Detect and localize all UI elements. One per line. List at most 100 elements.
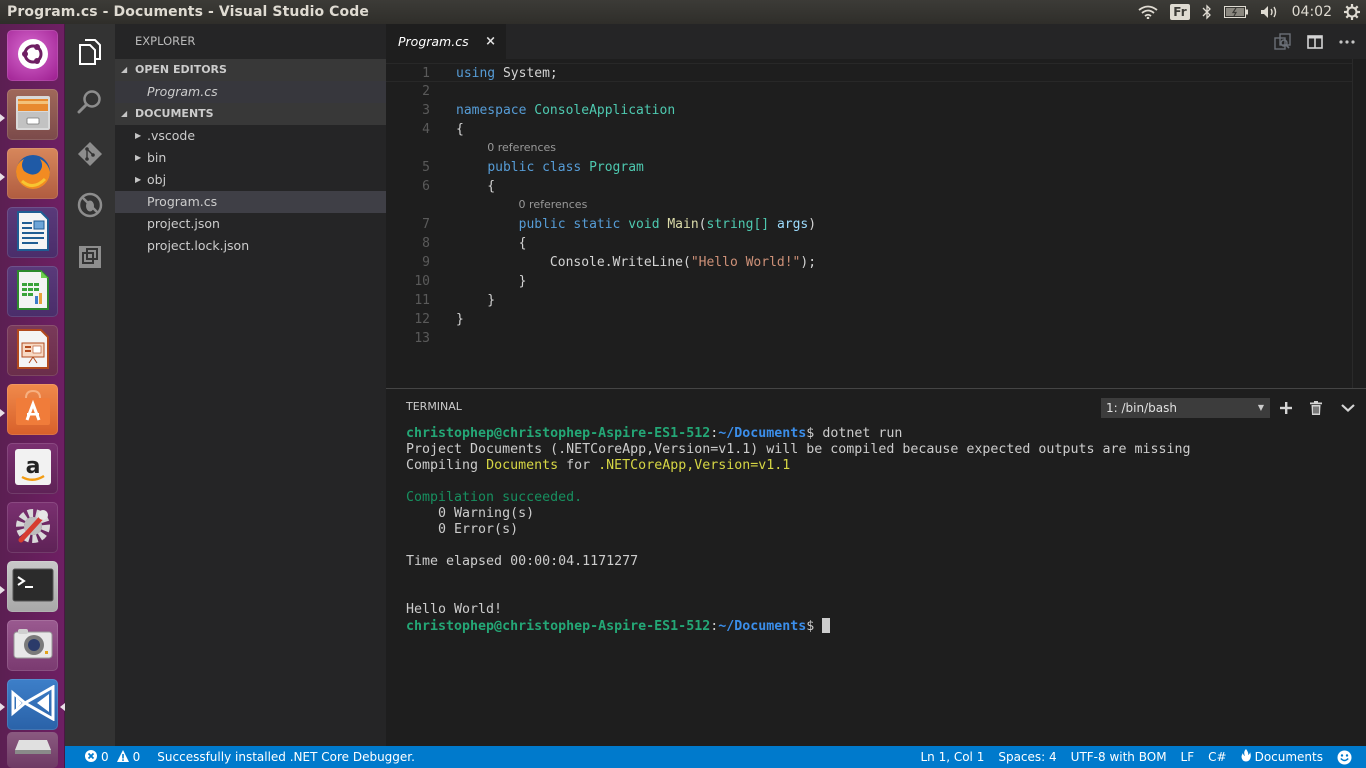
open-changes-icon[interactable] xyxy=(1274,32,1292,51)
code-line[interactable]: 1 using System; xyxy=(386,63,1364,82)
code-line[interactable]: 3 namespace ConsoleApplication xyxy=(386,101,1364,120)
code-line[interactable]: 7 public static void Main(string[] args) xyxy=(386,215,1364,234)
launcher-ubuntu-software[interactable] xyxy=(7,384,58,435)
tree-item-folder[interactable]: ▶ bin xyxy=(115,147,386,169)
prompt-path: ~/Documents xyxy=(718,619,807,634)
tree-item-file[interactable]: project.json xyxy=(115,213,386,235)
line-number: 9 xyxy=(422,255,430,270)
close-icon[interactable]: × xyxy=(485,34,496,49)
expand-chevron-icon: ▶ xyxy=(135,153,142,162)
activity-extensions[interactable] xyxy=(65,234,115,284)
code-token: ( xyxy=(698,217,707,232)
terminal-instance-select[interactable]: 1: /bin/bash ▼ xyxy=(1101,398,1270,418)
open-editor-item[interactable]: Program.cs xyxy=(115,81,386,103)
code-line[interactable]: 2 xyxy=(386,82,1364,101)
launcher-libreoffice-calc[interactable] xyxy=(7,266,58,317)
code-token: ConsoleApplication xyxy=(534,103,676,118)
launcher-libreoffice-impress[interactable] xyxy=(7,325,58,376)
expand-chevron-icon: ▶ xyxy=(135,175,142,184)
code-token: using xyxy=(456,66,496,81)
power-gear-icon[interactable] xyxy=(1344,4,1360,20)
activity-source-control[interactable] xyxy=(65,131,115,181)
launcher-files[interactable] xyxy=(7,89,58,140)
launcher-terminal[interactable] xyxy=(7,561,58,612)
launcher-visual-studio-code[interactable] xyxy=(7,679,58,730)
prompt-user: christophep@christophep-Aspire-ES1-512 xyxy=(406,619,711,634)
launcher-firefox[interactable] xyxy=(7,148,58,199)
running-indicator xyxy=(0,703,5,711)
code-editor[interactable]: 1 using System; 2 3 namespace ConsoleApplica… xyxy=(386,59,1366,388)
flame-icon xyxy=(1241,749,1251,765)
tree-item-folder[interactable]: ▶ .vscode xyxy=(115,125,386,147)
code-line[interactable]: 4{ xyxy=(386,120,1364,139)
window-title: Program.cs - Documents - Visual Studio C… xyxy=(7,4,369,20)
indentation[interactable]: Spaces: 4 xyxy=(998,750,1056,764)
codelens-references[interactable]: 0 references xyxy=(519,197,588,213)
more-actions-icon[interactable] xyxy=(1338,33,1356,51)
add-terminal-icon[interactable] xyxy=(1277,399,1295,417)
codelens-references[interactable]: 0 references xyxy=(487,140,556,156)
activity-explorer[interactable] xyxy=(65,29,115,79)
line-number: 11 xyxy=(414,293,430,308)
tree-item-file[interactable]: project.lock.json xyxy=(115,235,386,257)
language-mode[interactable]: C# xyxy=(1208,750,1226,764)
terminal-output[interactable]: christophep@christophep-Aspire-ES1-512:~… xyxy=(406,426,1191,634)
panel-tab-terminal[interactable]: TERMINAL xyxy=(406,400,462,413)
line-number: 12 xyxy=(414,312,430,327)
tree-item-file[interactable]: Program.cs xyxy=(115,191,386,213)
warning-icon xyxy=(116,749,129,765)
prompt-path: ~/Documents xyxy=(718,426,807,441)
code-token: ); xyxy=(800,255,817,270)
end-of-line[interactable]: LF xyxy=(1181,750,1195,764)
bluetooth-icon[interactable] xyxy=(1202,4,1212,20)
split-editor-icon[interactable] xyxy=(1306,33,1324,51)
activity-search[interactable] xyxy=(65,79,115,129)
code-line[interactable]: 5 public class Program xyxy=(386,158,1364,177)
keyboard-layout-indicator[interactable]: Fr xyxy=(1170,4,1190,20)
wifi-icon[interactable] xyxy=(1138,5,1158,19)
collapse-panel-icon[interactable] xyxy=(1339,399,1357,417)
terminal-line-prompt: christophep@christophep-Aspire-ES1-512:~… xyxy=(406,426,903,441)
editor-actions xyxy=(1274,24,1366,59)
launcher-ubuntu-dash[interactable] xyxy=(7,30,58,81)
launcher-system-settings[interactable] xyxy=(7,502,58,553)
clock[interactable]: 04:02 xyxy=(1292,4,1332,20)
code-token: } xyxy=(456,293,496,308)
feedback-smiley-icon[interactable] xyxy=(1337,750,1352,765)
launcher-shotwell[interactable] xyxy=(7,620,58,671)
code-token: string[] xyxy=(706,217,770,232)
encoding[interactable]: UTF-8 with BOM xyxy=(1071,750,1167,764)
cursor-position[interactable]: Ln 1, Col 1 xyxy=(920,750,984,764)
code-line[interactable]: 10 } xyxy=(386,272,1364,291)
launcher-removable-drive[interactable] xyxy=(7,732,58,768)
folder-header-documents[interactable]: ◢ DOCUMENTS xyxy=(115,103,386,125)
code-line[interactable]: 11 } xyxy=(386,291,1364,310)
activity-debug[interactable] xyxy=(65,182,115,232)
code-line[interactable]: 12} xyxy=(386,310,1364,329)
open-editors-header[interactable]: ◢ OPEN EDITORS xyxy=(115,59,386,81)
code-line[interactable]: 8 { xyxy=(386,234,1364,253)
battery-icon[interactable] xyxy=(1223,6,1248,18)
tree-item-label: .vscode xyxy=(147,128,196,143)
volume-icon[interactable] xyxy=(1260,5,1280,19)
editor-scrollbar[interactable] xyxy=(1352,59,1366,388)
code-line[interactable]: 9 Console.WriteLine("Hello World!"); xyxy=(386,253,1364,272)
tree-item-label: project.lock.json xyxy=(147,238,250,253)
launcher-libreoffice-writer[interactable] xyxy=(7,207,58,258)
kill-terminal-icon[interactable] xyxy=(1307,399,1325,417)
project-selector[interactable]: Documents xyxy=(1241,749,1323,765)
tab-program-cs[interactable]: Program.cs × xyxy=(386,24,506,59)
warning-count: 0 xyxy=(132,750,141,764)
launcher-amazon[interactable]: a xyxy=(7,443,58,494)
code-line[interactable]: 13 xyxy=(386,329,1364,348)
code-token: } xyxy=(456,312,464,327)
tree-item-label: bin xyxy=(147,150,167,165)
code-line[interactable]: 6 { xyxy=(386,177,1364,196)
problems-indicator[interactable]: 0 0 xyxy=(85,749,141,765)
tree-item-folder[interactable]: ▶ obj xyxy=(115,169,386,191)
code-token: Program xyxy=(589,160,644,175)
